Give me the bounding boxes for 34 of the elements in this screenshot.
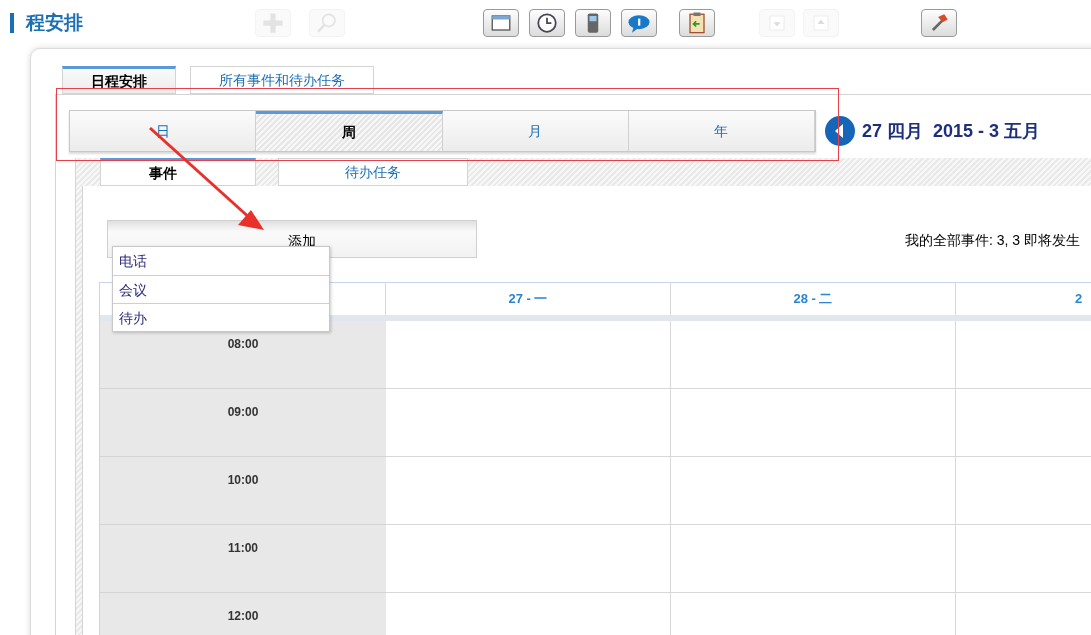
- clipboard-icon[interactable]: [679, 8, 715, 37]
- time-label: 09:00: [227, 404, 259, 418]
- time-slot[interactable]: [671, 389, 956, 457]
- tab[interactable]: 日程安排: [62, 66, 176, 94]
- sub-tab[interactable]: 待办任务: [278, 158, 468, 186]
- app-title: 程安排: [10, 12, 255, 33]
- time-slot[interactable]: [386, 389, 671, 457]
- time-label: 11:00: [228, 540, 258, 554]
- view-tab[interactable]: 年: [628, 111, 815, 151]
- phone-icon[interactable]: [575, 8, 611, 37]
- sub-tab[interactable]: 事件: [100, 158, 256, 186]
- date-range: 27 四月 2015 - 3 五月: [862, 119, 1041, 143]
- hammer-icon[interactable]: [921, 8, 957, 37]
- column-header: 28 - 二: [793, 290, 833, 309]
- view-tab[interactable]: 月: [442, 111, 629, 151]
- time-slot[interactable]: [386, 525, 671, 593]
- event-summary: 我的全部事件: 3, 3 即将发生: [904, 231, 1080, 250]
- view-tab[interactable]: 周: [256, 111, 443, 151]
- chat-bubble-icon[interactable]: [621, 8, 657, 37]
- tab[interactable]: 所有事件和待办任务: [190, 66, 374, 94]
- column-header: 27 - 一: [508, 290, 548, 309]
- time-slot[interactable]: [671, 321, 956, 389]
- window-icon[interactable]: [483, 8, 519, 37]
- time-label: 12:00: [227, 608, 259, 622]
- time-label: 08:00: [227, 336, 259, 350]
- time-slot[interactable]: [386, 457, 671, 525]
- time-slot[interactable]: [671, 525, 956, 593]
- time-slot[interactable]: [386, 321, 671, 389]
- column-header: 2: [1075, 290, 1083, 309]
- clock-icon[interactable]: [529, 8, 565, 37]
- menu-item[interactable]: 会议: [113, 275, 329, 303]
- time-label: 10:00: [227, 472, 259, 486]
- menu-item[interactable]: 待办: [113, 303, 329, 331]
- time-slot[interactable]: [671, 457, 956, 525]
